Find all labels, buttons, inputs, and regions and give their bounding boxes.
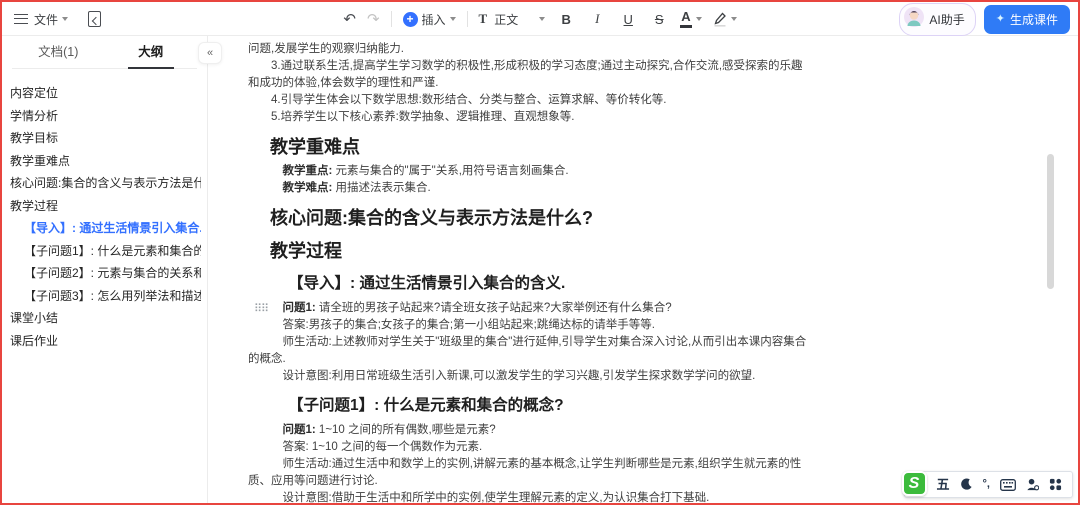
sogou-logo-icon[interactable]: S (901, 470, 927, 496)
outline-item[interactable]: 【子问题3】: 怎么用列举法和描述... (10, 285, 201, 308)
doc-paragraph: 5.培养学生以下核心素养:数学抽象、逻辑推理、直观想象等. (271, 111, 575, 123)
generate-courseware-button[interactable]: ✦ 生成课件 (983, 4, 1070, 34)
redo-icon[interactable]: ↷ (367, 12, 380, 27)
doc-paragraph: 答案:男孩子的集合;女孩子的集合;第一小组站起来;跳绳达标的请举手等等. (282, 319, 655, 331)
highlight-pen-icon (713, 12, 727, 27)
sparkle-icon: ✦ (995, 12, 1005, 25)
document-area[interactable]: 问题,发展学生的观察归纳能力. 3.通过联系生活,提高学生学习数学的积极性,形成积… (208, 36, 1078, 503)
outline-item[interactable]: 教学过程 (10, 195, 201, 218)
doc-heading: 【导入】: 通过生活情景引入集合的含义. (288, 275, 566, 292)
italic-button[interactable]: I (587, 11, 607, 27)
doc-paragraph: 教学难点: 用描述法表示集合. (282, 182, 431, 194)
highlight-button[interactable] (713, 12, 737, 27)
doc-paragraph: 设计意图:利用日常班级生活引入新课,可以激发学生的学习兴趣,引发学生探求数学学问… (282, 370, 756, 382)
underline-button[interactable]: U (618, 12, 638, 27)
font-color-icon: A (680, 10, 692, 28)
text-style-icon: T (478, 11, 488, 26)
outline-item[interactable]: 核心问题:集合的含义与表示方法是什... (10, 172, 201, 195)
doc-heading: 教学过程 (270, 241, 342, 261)
tab-documents[interactable]: 文档(1) (12, 36, 105, 68)
paragraph-style-value: 正文 (494, 12, 519, 27)
outline-item[interactable]: 教学目标 (10, 127, 201, 150)
ai-assistant-button[interactable]: AI助手 (899, 2, 976, 36)
outline-item[interactable]: 教学重难点 (10, 150, 201, 173)
doc-paragraph: 教学重点: 元素与集合的"属于"关系,用符号语言刻画集合. (282, 165, 569, 177)
divider (466, 11, 468, 27)
doc-paragraph: 问题1: 1~10 之间的所有偶数,哪些是元素? (282, 424, 496, 436)
plus-icon: + (402, 11, 418, 27)
document-body: 问题,发展学生的观察归纳能力. 3.通过联系生活,提高学生学习数学的积极性,形成积… (208, 36, 808, 503)
outline-sidebar: 文档(1) 大纲 内容定位 学情分析 教学目标 教学重难点 核心问题:集合的含义与表示方… (2, 36, 208, 503)
outline-list: 内容定位 学情分析 教学目标 教学重难点 核心问题:集合的含义与表示方法是什... 教学过… (2, 69, 207, 352)
outline-item[interactable]: 学情分析 (10, 105, 201, 128)
outline-item[interactable]: 【子问题1】: 什么是元素和集合的... (10, 240, 201, 263)
ime-toolbar: S 五 °, (901, 470, 1073, 498)
ime-punctuation-toggle[interactable]: °, (983, 479, 990, 490)
app-window: 文件 ↶ ↷ + 插入 T 正文 B I U S A AI助手 ✦ 生成课件 文… (0, 0, 1080, 505)
doc-paragraph: 设计意图:借助于生活中和所学中的实例,使学生理解元素的定义,为认识集合打下基础. (282, 492, 710, 503)
outline-item[interactable]: 课后作业 (10, 330, 201, 353)
outline-item[interactable]: 课堂小结 (10, 307, 201, 330)
ime-handwriting-icon[interactable] (1026, 478, 1039, 491)
tab-outline[interactable]: 大纲 (105, 36, 198, 68)
paragraph-style-dropdown[interactable]: T 正文 (479, 11, 546, 28)
drag-handle-icon[interactable]: ⠿⠿ (254, 301, 269, 318)
chevron-down-icon (539, 17, 546, 21)
doc-paragraph: 4.引导学生体会以下数学思想:数形结合、分类与整合、运算求解、等价转化等. (271, 94, 667, 106)
insert-button[interactable]: + 插入 (402, 11, 456, 28)
doc-paragraph: 师生活动:上述教师对学生关于"班级里的集合"进行延伸,引导学生对集合深入讨论,从… (248, 336, 807, 365)
ime-toolbox-icon[interactable] (1049, 478, 1062, 491)
divider (390, 11, 392, 27)
chevron-down-icon (695, 16, 702, 21)
collapse-sidebar-button[interactable]: « (198, 42, 222, 64)
ime-mode-wubi[interactable]: 五 (937, 478, 950, 491)
sidebar-tabs: 文档(1) 大纲 (12, 36, 197, 69)
doc-paragraph: 问题,发展学生的观察归纳能力. (248, 43, 404, 55)
top-toolbar: 文件 ↶ ↷ + 插入 T 正文 B I U S A AI助手 ✦ 生成课件 (2, 2, 1078, 36)
doc-heading: 【子问题1】: 什么是元素和集合的概念? (288, 397, 564, 414)
vertical-scrollbar[interactable] (1047, 154, 1054, 289)
ai-assistant-label: AI助手 (929, 12, 965, 27)
doc-heading: 核心问题:集合的含义与表示方法是什么? (270, 208, 593, 228)
doc-paragraph: 3.通过联系生活,提高学生学习数学的积极性,形成积极的学习态度;通过主动探究,合… (248, 60, 803, 89)
doc-paragraph: 师生活动:通过生活中和数学上的实例,讲解元素的基本概念,让学生判断哪些是元素,组… (248, 458, 802, 487)
chevron-down-icon (449, 17, 456, 21)
outline-item[interactable]: 【子问题2】: 元素与集合的关系和... (10, 262, 201, 285)
ai-avatar (904, 6, 925, 32)
insert-label: 插入 (421, 12, 446, 27)
generate-courseware-label: 生成课件 (1009, 12, 1058, 27)
font-color-button[interactable]: A (680, 10, 702, 28)
outline-item[interactable]: 内容定位 (10, 82, 201, 105)
undo-icon[interactable]: ↶ (343, 12, 356, 27)
doc-paragraph: 答案: 1~10 之间的每一个偶数作为元素. (282, 441, 483, 453)
ime-night-mode-icon[interactable] (960, 478, 973, 491)
doc-heading: 教学重难点 (270, 137, 360, 157)
bold-button[interactable]: B (556, 12, 576, 27)
ime-keyboard-icon[interactable] (1000, 478, 1016, 491)
chevron-down-icon (730, 17, 737, 21)
strikethrough-button[interactable]: S (649, 12, 669, 27)
doc-paragraph: ⠿⠿ 问题1: 请全班的男孩子站起来?请全班女孩子站起来?大家举例还有什么集合? (248, 300, 808, 317)
outline-item[interactable]: 【导入】: 通过生活情景引入集合... (10, 217, 201, 240)
